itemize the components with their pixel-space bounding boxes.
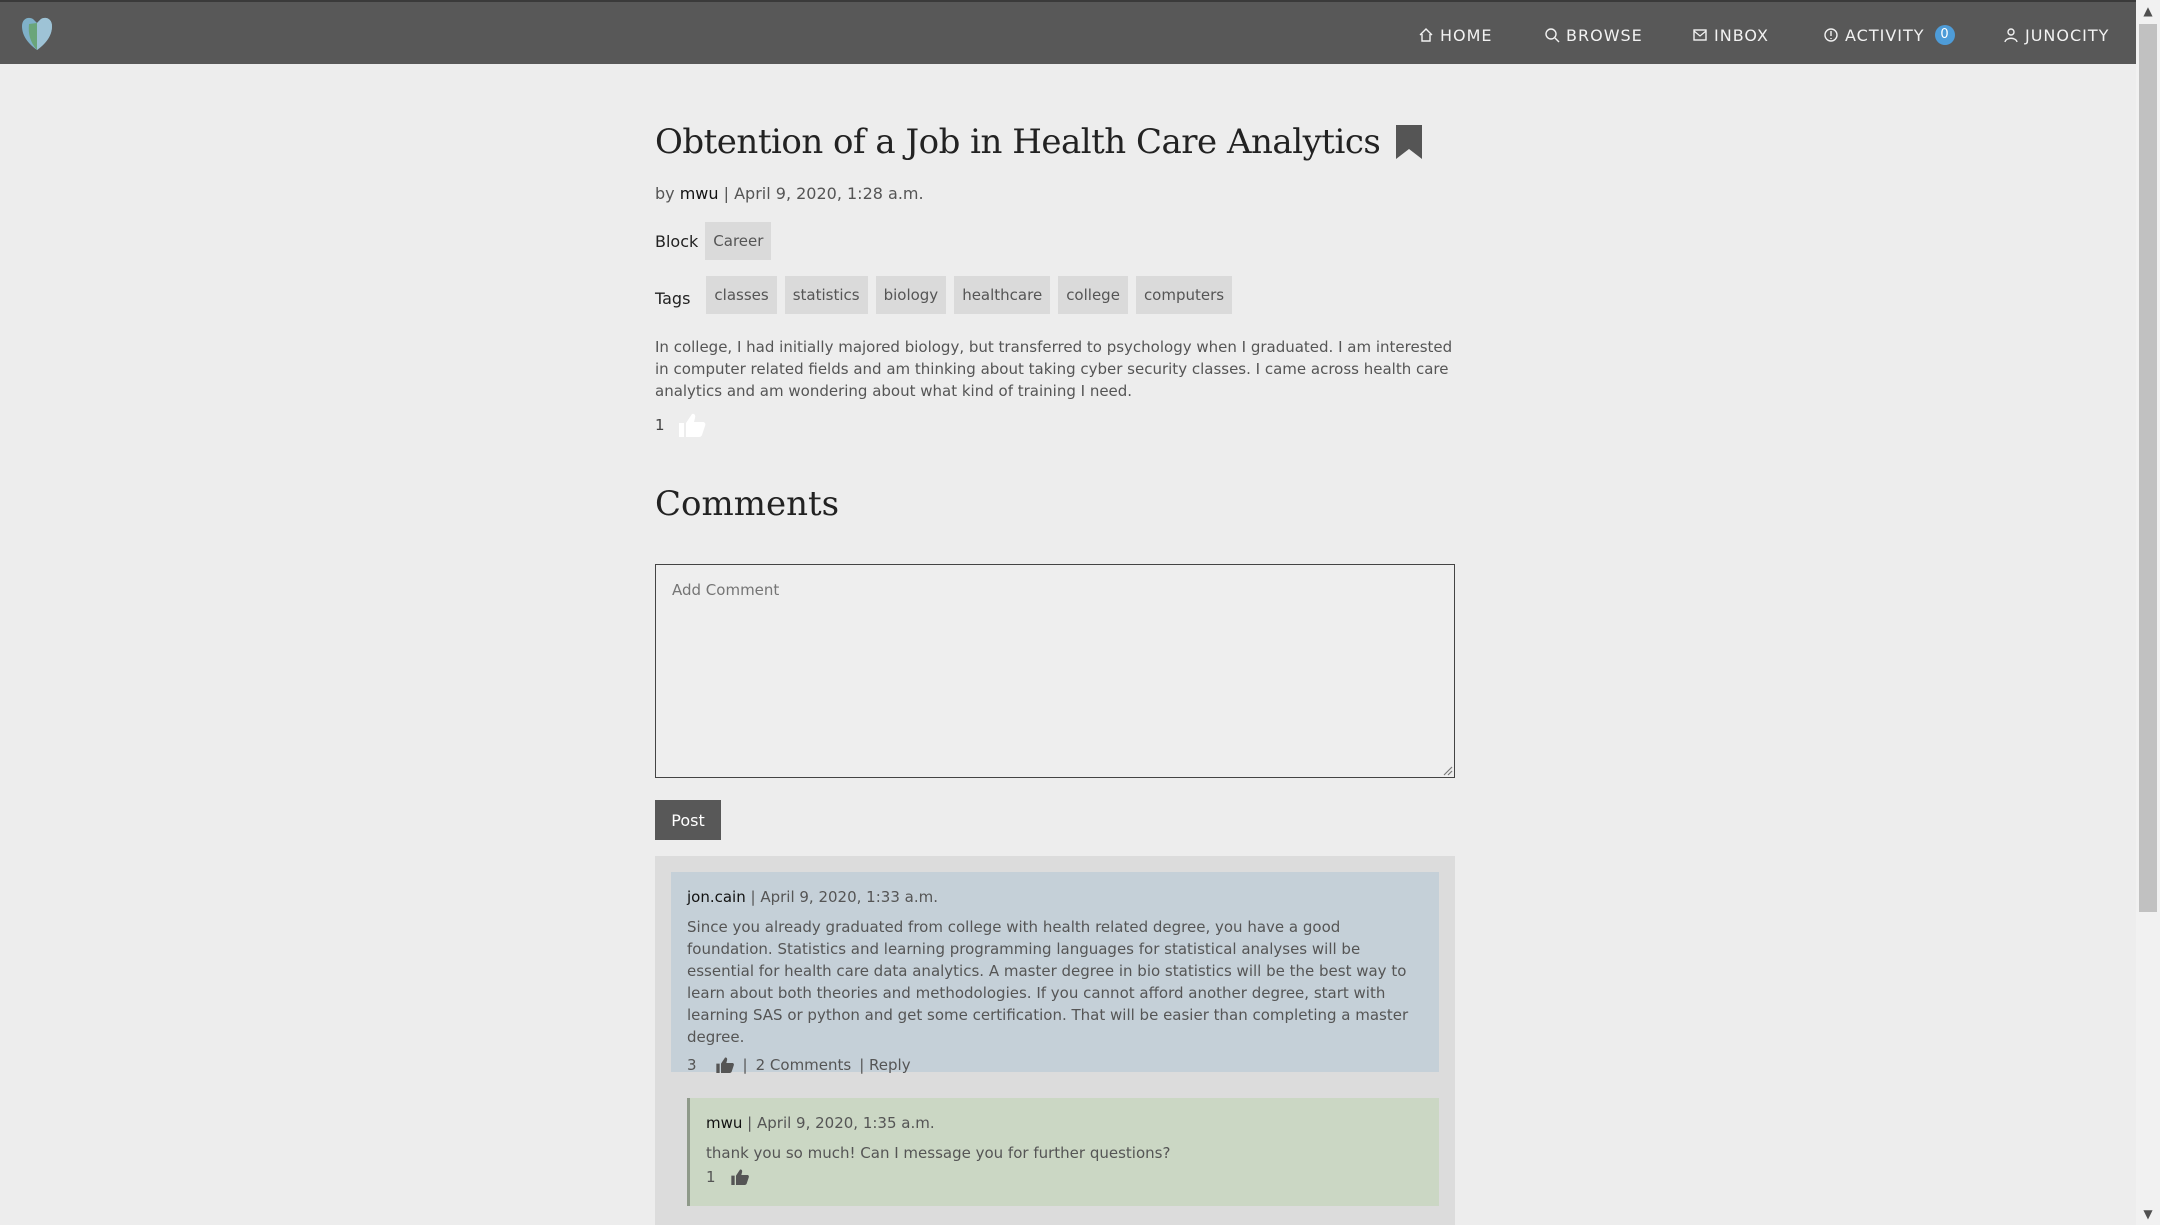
nav-browse-label: BROWSE (1566, 25, 1643, 45)
reply-like-count: 1 (706, 1168, 716, 1186)
bookmark-icon[interactable] (1396, 125, 1423, 159)
post-like-count: 1 (655, 416, 665, 434)
nav-activity-label: ACTIVITY (1845, 25, 1925, 45)
comment-action-separator: | (742, 1056, 748, 1074)
tag-chip[interactable]: biology (875, 276, 947, 314)
reply-date: | April 9, 2020, 1:35 a.m. (747, 1114, 935, 1132)
nav-activity[interactable]: ACTIVITY 0 (1823, 24, 1955, 46)
tag-chip[interactable]: college (1058, 276, 1128, 314)
reply-author-link[interactable]: mwu (706, 1114, 742, 1132)
top-navbar: HOME BROWSE INBOX ACTIVITY 0 JUNOCITY (0, 0, 2136, 64)
tag-chip[interactable]: classes (706, 276, 777, 314)
thumbs-up-icon[interactable] (715, 1056, 735, 1074)
nav-home-label: HOME (1440, 25, 1493, 45)
tag-chip[interactable]: statistics (784, 276, 868, 314)
post-author-link[interactable]: mwu (680, 184, 719, 203)
inbox-icon (1693, 29, 1707, 41)
home-icon (1419, 28, 1433, 42)
resize-handle-icon[interactable] (1441, 764, 1453, 776)
page-scrollbar[interactable]: ▲ ▼ (2136, 0, 2160, 1225)
comment-date: | April 9, 2020, 1:33 a.m. (750, 888, 938, 906)
thumbs-up-icon[interactable] (677, 412, 707, 438)
block-chip[interactable]: Career (705, 222, 772, 260)
comments-heading: Comments (655, 484, 840, 524)
scroll-thumb[interactable] (2139, 24, 2157, 912)
activity-icon (1824, 28, 1838, 42)
logo-icon[interactable] (20, 14, 54, 52)
comment-actions: 3 | 2 Comments | Reply (687, 1056, 1423, 1074)
nav-inbox[interactable]: INBOX (1692, 24, 1769, 46)
add-comment-textarea[interactable] (655, 564, 1455, 778)
user-icon (2004, 28, 2018, 43)
tag-chip[interactable]: computers (1135, 276, 1233, 314)
post-byline: by mwu | April 9, 2020, 1:28 a.m. (655, 184, 924, 203)
thumbs-up-icon[interactable] (730, 1168, 750, 1186)
post-comment-button[interactable]: Post (655, 800, 721, 840)
post-body: In college, I had initially majored biol… (655, 338, 1453, 400)
nav-user[interactable]: JUNOCITY (2003, 24, 2109, 46)
by-prefix: by (655, 184, 675, 203)
post-like-row: 1 (655, 412, 707, 438)
reply-text: thank you so much! Can I message you for… (706, 1144, 1171, 1162)
block-row: Block Career (655, 222, 779, 260)
activity-count-badge: 0 (1934, 25, 1955, 45)
scroll-down-arrow-icon[interactable]: ▼ (2136, 1203, 2160, 1225)
post-title-row: Obtention of a Job in Health Care Analyt… (655, 122, 1423, 162)
tags-label: Tags (655, 288, 691, 308)
comment-author-link[interactable]: jon.cain (687, 888, 746, 906)
post-title: Obtention of a Job in Health Care Analyt… (655, 122, 1381, 162)
comment-card: jon.cain | April 9, 2020, 1:33 a.m. Sinc… (671, 872, 1439, 1074)
comment-reply-link[interactable]: | Reply (859, 1056, 910, 1074)
nav-browse[interactable]: BROWSE (1544, 24, 1643, 46)
reply-actions: 1 (706, 1168, 1423, 1186)
tags-row: Tags classes statistics biology healthca… (655, 276, 1240, 314)
comment-text: Since you already graduated from college… (687, 918, 1409, 1046)
scroll-up-arrow-icon[interactable]: ▲ (2136, 0, 2160, 22)
comment-meta: jon.cain | April 9, 2020, 1:33 a.m. (687, 888, 1423, 906)
nav-user-label: JUNOCITY (2025, 25, 2110, 45)
nav-inbox-label: INBOX (1714, 25, 1769, 45)
comment-like-count: 3 (687, 1056, 697, 1074)
reply-card: mwu | April 9, 2020, 1:35 a.m. thank you… (687, 1098, 1439, 1206)
block-label: Block (655, 231, 699, 251)
comment-thread: jon.cain | April 9, 2020, 1:33 a.m. Sinc… (655, 856, 1455, 1225)
reply-meta: mwu | April 9, 2020, 1:35 a.m. (706, 1114, 1423, 1132)
comment-replies-link[interactable]: 2 Comments (756, 1056, 852, 1074)
tag-chip[interactable]: healthcare (954, 276, 1051, 314)
post-date: | April 9, 2020, 1:28 a.m. (723, 184, 924, 203)
nav-home[interactable]: HOME (1418, 24, 1493, 46)
search-icon (1545, 28, 1560, 43)
